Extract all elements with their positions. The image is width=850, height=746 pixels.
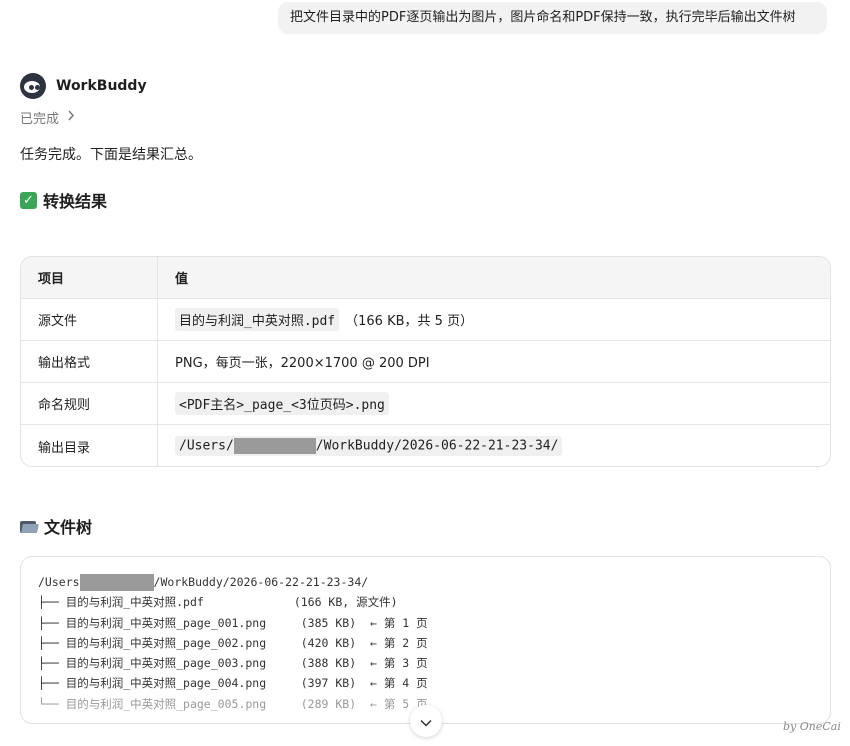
user-message-text: 把文件目录中的PDF逐页输出为图片，图片命名和PDF保持一致，执行完毕后输出文件…: [290, 10, 796, 25]
source-file-code: 目的与利润_中英对照.pdf: [175, 308, 340, 331]
output-dir-code: /Users/ /WorkBuddy/2026-06-22-21-23-34/: [175, 436, 563, 456]
agent-header: WorkBuddy: [20, 72, 147, 100]
table-row: 输出格式 PNG，每页一张，2200×1700 @ 200 DPI: [21, 341, 830, 383]
table-header-row: 项目 值: [21, 257, 830, 299]
agent-name: WorkBuddy: [56, 78, 147, 94]
table-header-cell: 项目: [21, 257, 158, 298]
tree-line: ├── 目的与利润_中英对照_page_002.png (420 KB) ← 第…: [38, 635, 428, 650]
output-dir-suffix: /WorkBuddy/2026-06-22-21-23-34/: [315, 438, 559, 454]
table-cell-key: 输出格式: [21, 341, 158, 382]
table-cell-value: 目的与利润_中英对照.pdf （166 KB，共 5 页）: [158, 299, 830, 340]
redacted-username: [233, 438, 316, 454]
tree-line: ├── 目的与利润_中英对照_page_004.png (397 KB) ← 第…: [38, 676, 428, 691]
status-toggle[interactable]: 已完成: [20, 108, 75, 127]
table-header-cell: 值: [175, 272, 189, 287]
redacted-username: [79, 574, 154, 591]
tree-heading: 文件树: [20, 514, 92, 538]
table-cell-value: <PDF主名>_page_<3位页码>.png: [158, 383, 830, 424]
output-dir-prefix: /Users/: [179, 438, 234, 454]
result-heading: ✓ 转换结果: [20, 188, 107, 212]
table-row: 源文件 目的与利润_中英对照.pdf （166 KB，共 5 页）: [21, 299, 830, 341]
scroll-down-button[interactable]: [410, 705, 442, 737]
table-cell-key: 命名规则: [21, 383, 158, 424]
check-mark-icon: ✓: [20, 191, 37, 209]
table-cell-key: 输出目录: [21, 425, 158, 466]
source-file-info: （166 KB，共 5 页）: [345, 314, 474, 329]
chevron-right-icon: [67, 110, 75, 125]
result-heading-text: 转换结果: [43, 192, 108, 211]
table-cell-value: PNG，每页一张，2200×1700 @ 200 DPI: [175, 356, 430, 371]
user-message-bubble: 把文件目录中的PDF逐页输出为图片，图片命名和PDF保持一致，执行完毕后输出文件…: [278, 2, 827, 34]
folder-icon: [20, 519, 39, 533]
file-tree-block: /Users/WorkBuddy/2026-06-22-21-23-34/ ├─…: [20, 556, 831, 724]
table-cell-value: /Users/ /WorkBuddy/2026-06-22-21-23-34/: [158, 425, 830, 466]
tree-root-suffix: /WorkBuddy/2026-06-22-21-23-34/: [153, 575, 369, 589]
watermark: by OneCai: [783, 720, 841, 733]
table-row: 命名规则 <PDF主名>_page_<3位页码>.png: [21, 383, 830, 425]
tree-line: ├── 目的与利润_中英对照_page_003.png (388 KB) ← 第…: [38, 656, 428, 671]
tree-heading-text: 文件树: [44, 518, 93, 537]
summary-text: 任务完成。下面是结果汇总。: [20, 147, 202, 163]
table-row: 输出目录 /Users/ /WorkBuddy/2026-06-22-21-23-…: [21, 425, 830, 466]
chevron-down-icon: [420, 712, 432, 731]
tree-root-prefix: /Users: [38, 575, 80, 589]
tree-line: ├── 目的与利润_中英对照.pdf (166 KB, 源文件): [38, 595, 398, 610]
tree-root: /Users/WorkBuddy/2026-06-22-21-23-34/: [38, 572, 830, 592]
naming-rule-code: <PDF主名>_page_<3位页码>.png: [175, 392, 389, 415]
status-label: 已完成: [20, 112, 60, 127]
table-cell-key: 源文件: [21, 299, 158, 340]
tree-line: ├── 目的与利润_中英对照_page_001.png (385 KB) ← 第…: [38, 615, 428, 630]
result-table: 项目 值 源文件 目的与利润_中英对照.pdf （166 KB，共 5 页） 输…: [20, 256, 831, 467]
agent-avatar: [20, 73, 46, 99]
